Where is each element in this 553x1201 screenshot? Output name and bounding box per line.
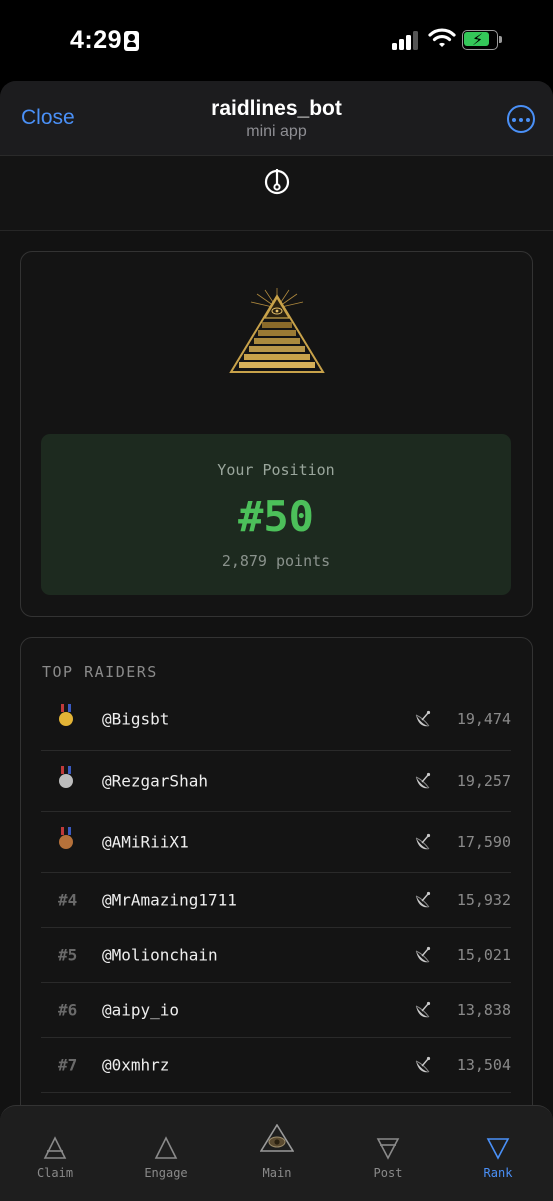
status-time: 4:29 <box>70 26 123 54</box>
satellite-dish-icon <box>415 772 431 788</box>
app-logo-icon <box>264 169 290 195</box>
raider-score: 13,838 <box>456 1000 511 1019</box>
triangle-engage-icon <box>154 1136 178 1159</box>
triangle-post-icon <box>376 1138 400 1160</box>
raider-score: 13,504 <box>456 1055 511 1074</box>
triangle-rank-icon <box>486 1138 510 1160</box>
tab-post[interactable]: Post <box>333 1106 443 1201</box>
gold-medal-icon <box>59 704 73 726</box>
bottom-tab-bar: Claim Engage Main Post Rank <box>0 1105 553 1201</box>
position-card: Your Position #50 2,879 points <box>20 251 533 617</box>
wifi-icon <box>428 28 456 47</box>
battery-icon: ⚡ <box>462 30 502 50</box>
raider-score: 15,932 <box>456 890 511 909</box>
raider-rank: #6 <box>58 1000 78 1019</box>
raider-username[interactable]: @RezgarShah <box>102 771 208 790</box>
mini-app-header: Close raidlines_bot mini app <box>0 81 553 156</box>
position-points: 2,879 points <box>221 552 331 570</box>
tab-label: Main <box>262 1166 292 1180</box>
eye-pyramid-icon <box>260 1124 294 1152</box>
raider-score: 19,257 <box>456 771 511 790</box>
raider-score: 17,590 <box>456 832 511 851</box>
raider-username[interactable]: @aipy_io <box>102 1000 179 1019</box>
raider-row: #6 @aipy_io 13,838 <box>41 982 511 1038</box>
tab-rank[interactable]: Rank <box>443 1106 553 1201</box>
contact-card-icon <box>124 31 139 51</box>
satellite-dish-icon <box>415 833 431 849</box>
tab-main[interactable]: Main <box>222 1106 332 1201</box>
raider-score: 15,021 <box>456 945 511 964</box>
bot-subtitle: mini app <box>246 123 307 140</box>
raider-row: @RezgarShah 19,257 <box>41 750 511 812</box>
satellite-dish-icon <box>415 946 431 962</box>
silver-medal-icon <box>59 765 73 788</box>
mini-app-sheet: Close raidlines_bot mini app Your Positi… <box>0 81 553 1200</box>
raider-rank: #5 <box>58 945 78 964</box>
raider-username[interactable]: @Molionchain <box>102 945 218 964</box>
tab-label: Post <box>373 1166 403 1180</box>
golden-pyramid-icon <box>229 288 325 373</box>
satellite-dish-icon <box>415 710 431 727</box>
tab-label: Rank <box>483 1166 513 1180</box>
position-rank: #50 <box>238 492 314 541</box>
raider-score: 19,474 <box>456 710 511 728</box>
triangle-claim-icon <box>43 1136 67 1159</box>
raider-row: #5 @Molionchain 15,021 <box>41 927 511 983</box>
raider-username[interactable]: @MrAmazing1711 <box>102 890 237 909</box>
raider-username[interactable]: @Bigsbt <box>102 710 169 729</box>
raider-row: @AMiRiiX1 17,590 <box>41 811 511 873</box>
raider-rank: #4 <box>58 890 78 909</box>
tab-label: Claim <box>36 1166 74 1180</box>
status-bar: 4:29 ⚡ <box>0 0 553 80</box>
satellite-dish-icon <box>415 1001 431 1017</box>
raider-rank: #7 <box>58 1055 78 1074</box>
more-options-button[interactable] <box>507 105 535 133</box>
top-raiders-title: TOP RAIDERS <box>42 663 158 681</box>
app-top-bar <box>0 156 553 231</box>
tab-claim[interactable]: Claim <box>0 1106 110 1201</box>
bot-title: raidlines_bot <box>211 97 342 120</box>
your-position-panel: Your Position #50 2,879 points <box>41 434 511 595</box>
tab-label: Engage <box>144 1166 188 1180</box>
raider-username[interactable]: @0xmhrz <box>102 1055 169 1074</box>
raider-row: #4 @MrAmazing1711 15,932 <box>41 872 511 928</box>
bronze-medal-icon <box>59 826 73 849</box>
raider-row: @Bigsbt 19,474 <box>41 688 511 751</box>
satellite-dish-icon <box>415 891 431 907</box>
raider-row: #7 @0xmhrz 13,504 <box>41 1037 511 1093</box>
tab-engage[interactable]: Engage <box>111 1106 221 1201</box>
raider-username[interactable]: @AMiRiiX1 <box>102 832 189 851</box>
cellular-signal-icon <box>392 30 422 50</box>
position-label: Your Position <box>217 461 335 479</box>
satellite-dish-icon <box>415 1056 431 1072</box>
